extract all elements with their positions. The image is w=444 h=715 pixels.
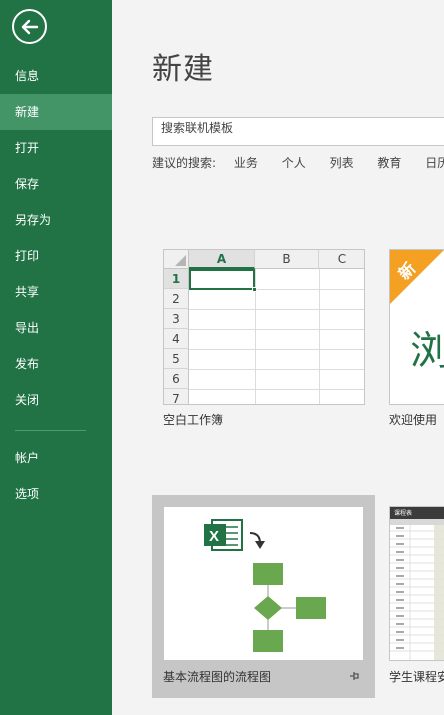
- page-title: 新建: [152, 52, 214, 87]
- selected-cell: [189, 269, 255, 290]
- backstage-sidebar: 信息 新建 打开 保存 另存为 打印 共享 导出 发布 关闭 帐户 选项: [0, 0, 112, 715]
- flow-process-box: [253, 630, 283, 652]
- suggest-link-calendar[interactable]: 日历: [425, 154, 444, 171]
- schedule-header-bar: 课程表: [390, 507, 444, 519]
- flow-process-box: [253, 563, 283, 585]
- fill-handle: [252, 287, 257, 292]
- template-label: 学生课程安: [389, 670, 444, 684]
- template-welcome[interactable]: 新 浏 欢迎使用: [382, 240, 444, 435]
- row-header-6: 6: [164, 369, 189, 389]
- suggest-link-education[interactable]: 教育: [377, 154, 401, 171]
- row-header-7: 7: [164, 389, 189, 404]
- template-label: 基本流程图的流程图: [163, 670, 272, 684]
- nav-account[interactable]: 帐户: [0, 440, 112, 476]
- suggest-link-personal[interactable]: 个人: [282, 154, 306, 171]
- column-header-b: B: [255, 250, 319, 269]
- column-header-a: A: [189, 250, 255, 269]
- suggest-link-business[interactable]: 业务: [234, 154, 258, 171]
- blank-workbook-thumbnail: A B C 1 2 3 4 5 6 7: [163, 249, 365, 405]
- suggested-searches-label: 建议的搜索:: [152, 156, 217, 170]
- row-header-3: 3: [164, 309, 189, 329]
- arrow-head-icon: [255, 541, 265, 549]
- column-header-c: C: [319, 250, 364, 269]
- grid-corner: [164, 250, 189, 269]
- template-label: 空白工作簿: [163, 413, 224, 427]
- grid-line: [319, 269, 320, 404]
- back-button[interactable]: [12, 9, 47, 44]
- schedule-grid: [390, 519, 444, 660]
- flowchart-illustration: X: [204, 519, 326, 652]
- template-search-input[interactable]: 搜索联机模板: [152, 117, 444, 146]
- excel-logo-icon: X: [204, 519, 243, 551]
- row-header-4: 4: [164, 329, 189, 349]
- row-header-1: 1: [164, 269, 189, 289]
- grid-line: [189, 349, 364, 350]
- flow-process-box: [296, 597, 326, 619]
- flow-decision-diamond: [254, 596, 282, 620]
- nav-open[interactable]: 打开: [0, 130, 112, 166]
- nav-options[interactable]: 选项: [0, 476, 112, 512]
- grid-line: [189, 389, 364, 390]
- pin-icon[interactable]: [348, 670, 362, 682]
- schedule-title: 课程表: [394, 510, 413, 517]
- nav-divider: [15, 430, 86, 431]
- flowchart-thumbnail: X: [163, 506, 364, 661]
- template-student-schedule[interactable]: 课程表 学生课程安: [382, 495, 444, 698]
- welcome-large-glyph: 浏: [410, 318, 444, 376]
- nav-publish[interactable]: 发布: [0, 346, 112, 382]
- new-workbook-pane: 新建 搜索联机模板 建议的搜索: 业务 个人 列表 教育 日历 A B C 1 …: [112, 0, 444, 715]
- grid-line: [189, 329, 364, 330]
- nav-print[interactable]: 打印: [0, 238, 112, 274]
- template-blank-workbook[interactable]: A B C 1 2 3 4 5 6 7 空白工作簿: [152, 240, 365, 435]
- nav-export[interactable]: 导出: [0, 310, 112, 346]
- grid-line: [189, 369, 364, 370]
- svg-text:X: X: [209, 528, 219, 545]
- nav-close[interactable]: 关闭: [0, 382, 112, 418]
- nav-save-as[interactable]: 另存为: [0, 202, 112, 238]
- select-all-triangle-icon: [175, 255, 186, 266]
- suggested-searches: 建议的搜索: 业务 个人 列表 教育 日历: [152, 154, 444, 172]
- template-label: 欢迎使用: [389, 413, 438, 427]
- suggest-link-lists[interactable]: 列表: [330, 154, 354, 171]
- row-header-2: 2: [164, 289, 189, 309]
- welcome-thumbnail: 新 浏: [389, 249, 444, 405]
- back-arrow-icon: [21, 19, 38, 34]
- template-basic-flowchart[interactable]: X 基本流程图的流程图: [152, 495, 375, 698]
- nav-new[interactable]: 新建: [0, 94, 112, 130]
- nav-info[interactable]: 信息: [0, 58, 112, 94]
- nav-save[interactable]: 保存: [0, 166, 112, 202]
- row-header-5: 5: [164, 349, 189, 369]
- nav-share[interactable]: 共享: [0, 274, 112, 310]
- schedule-thumbnail: 课程表: [389, 506, 444, 661]
- grid-line: [189, 309, 364, 310]
